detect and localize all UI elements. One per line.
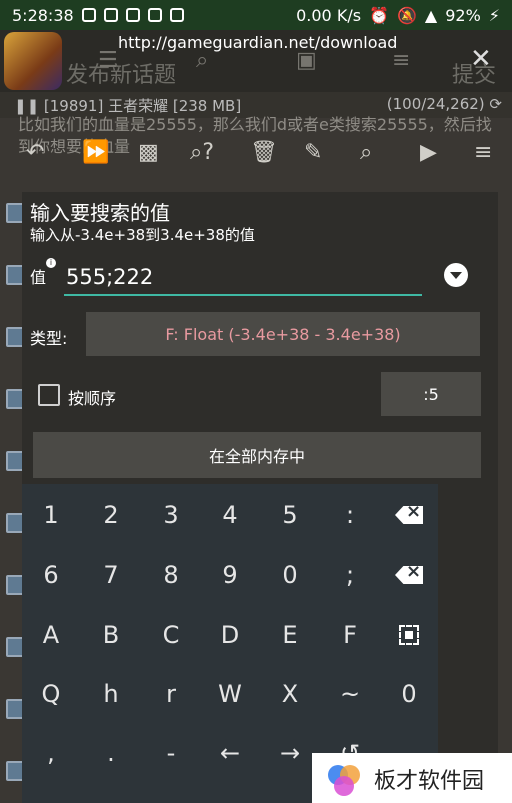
key[interactable]: ; bbox=[323, 552, 377, 598]
key[interactable]: ~ bbox=[323, 671, 377, 717]
key[interactable]: 0 bbox=[382, 671, 436, 717]
key[interactable]: 7 bbox=[84, 552, 138, 598]
key[interactable]: 2 bbox=[84, 492, 138, 538]
watermark-text: 板才软件园 bbox=[374, 769, 485, 794]
history-dropdown-icon[interactable] bbox=[444, 263, 468, 287]
fast-forward-icon[interactable]: ⏩ bbox=[82, 140, 109, 165]
value-input[interactable] bbox=[64, 260, 422, 296]
settings-icon[interactable]: ☰ bbox=[98, 48, 118, 73]
value-label: 值 bbox=[30, 268, 47, 287]
key[interactable]: X bbox=[263, 671, 317, 717]
key[interactable]: Q bbox=[24, 671, 78, 717]
key[interactable]: - bbox=[144, 730, 198, 776]
edit-icon[interactable]: ✎ bbox=[304, 140, 322, 165]
close-icon[interactable]: ✕ bbox=[470, 44, 492, 74]
select-all-key[interactable] bbox=[382, 612, 436, 658]
notification-icon bbox=[103, 8, 118, 22]
key[interactable]: : bbox=[323, 492, 377, 538]
notification-icon bbox=[81, 8, 96, 22]
memory-region-button[interactable]: 在全部内存中 bbox=[33, 432, 481, 478]
play-icon[interactable]: ▶ bbox=[420, 140, 437, 165]
lock-icon bbox=[125, 8, 140, 22]
key[interactable]: C bbox=[144, 612, 198, 658]
key[interactable]: A bbox=[24, 612, 78, 658]
alarm-icon: ⏰ bbox=[369, 5, 389, 25]
search-help-icon[interactable]: ⌕? bbox=[190, 140, 214, 165]
order-label: 按顺序 bbox=[68, 389, 117, 408]
key[interactable]: E bbox=[263, 612, 317, 658]
key[interactable]: → bbox=[263, 730, 317, 776]
game-icon bbox=[4, 32, 62, 90]
watermark-logo-icon bbox=[328, 765, 360, 796]
key[interactable]: B bbox=[84, 612, 138, 658]
clear-icon bbox=[395, 566, 423, 584]
delete-icon[interactable]: 🗑 bbox=[250, 140, 278, 165]
status-bar: 5:28:38 0.00 K/s ⏰ 🔕 ▲ 92% ⚡ bbox=[0, 0, 512, 30]
type-label: 类型: bbox=[30, 329, 68, 348]
key[interactable]: 0 bbox=[263, 552, 317, 598]
download-url: http://gameguardian.net/download bbox=[118, 33, 398, 52]
battery-level: 92% bbox=[445, 5, 481, 25]
key[interactable]: , bbox=[24, 730, 78, 776]
key[interactable]: 3 bbox=[144, 492, 198, 538]
background-tab-label: 发布新话题 bbox=[66, 63, 177, 88]
key[interactable]: 8 bbox=[144, 552, 198, 598]
key[interactable]: D bbox=[203, 612, 257, 658]
undo-icon[interactable]: ↶ bbox=[26, 140, 44, 165]
result-counter: (100/24,262) ⟳ bbox=[386, 95, 502, 113]
signal-icon: ▲ bbox=[424, 5, 438, 25]
select-all-icon bbox=[399, 625, 419, 645]
key[interactable]: 5 bbox=[263, 492, 317, 538]
key[interactable]: 9 bbox=[203, 552, 257, 598]
search-icon[interactable]: ⌕ bbox=[360, 140, 372, 165]
list-icon[interactable]: ≡ bbox=[392, 48, 410, 73]
network-speed: 0.00 K/s bbox=[296, 5, 362, 25]
key[interactable]: 4 bbox=[203, 492, 257, 538]
camera-icon[interactable]: ▣ bbox=[296, 48, 317, 73]
app-icon bbox=[169, 8, 184, 22]
charging-icon: ⚡ bbox=[488, 5, 500, 25]
key[interactable]: 1 bbox=[24, 492, 78, 538]
order-checkbox[interactable] bbox=[38, 384, 60, 406]
menu-icon[interactable]: ≡ bbox=[474, 140, 492, 165]
backspace-icon bbox=[395, 506, 423, 524]
save-icon[interactable]: ▩ bbox=[138, 140, 159, 165]
backspace-key[interactable] bbox=[382, 492, 436, 538]
key[interactable]: F bbox=[323, 612, 377, 658]
type-select[interactable]: F: Float (-3.4e+38 - 3.4e+38) bbox=[86, 312, 480, 356]
dialog-subtitle: 输入从-3.4e+38到3.4e+38的值 bbox=[30, 226, 255, 244]
key[interactable]: 6 bbox=[24, 552, 78, 598]
mute-icon: 🔕 bbox=[396, 5, 417, 25]
key[interactable]: ← bbox=[203, 730, 257, 776]
order-range-button[interactable]: :5 bbox=[381, 372, 481, 416]
info-icon[interactable]: i bbox=[46, 258, 56, 268]
key[interactable]: W bbox=[203, 671, 257, 717]
image-icon bbox=[147, 8, 162, 22]
dialog-title: 输入要搜索的值 bbox=[30, 201, 170, 225]
key[interactable]: . bbox=[84, 730, 138, 776]
clear-key[interactable] bbox=[382, 552, 436, 598]
process-info[interactable]: ❚❚ [19891] 王者荣耀 [238 MB] bbox=[14, 95, 241, 116]
key[interactable]: r bbox=[144, 671, 198, 717]
search-icon[interactable]: ⌕ bbox=[196, 48, 208, 73]
key[interactable]: h bbox=[84, 671, 138, 717]
status-time: 5:28:38 bbox=[12, 5, 74, 25]
